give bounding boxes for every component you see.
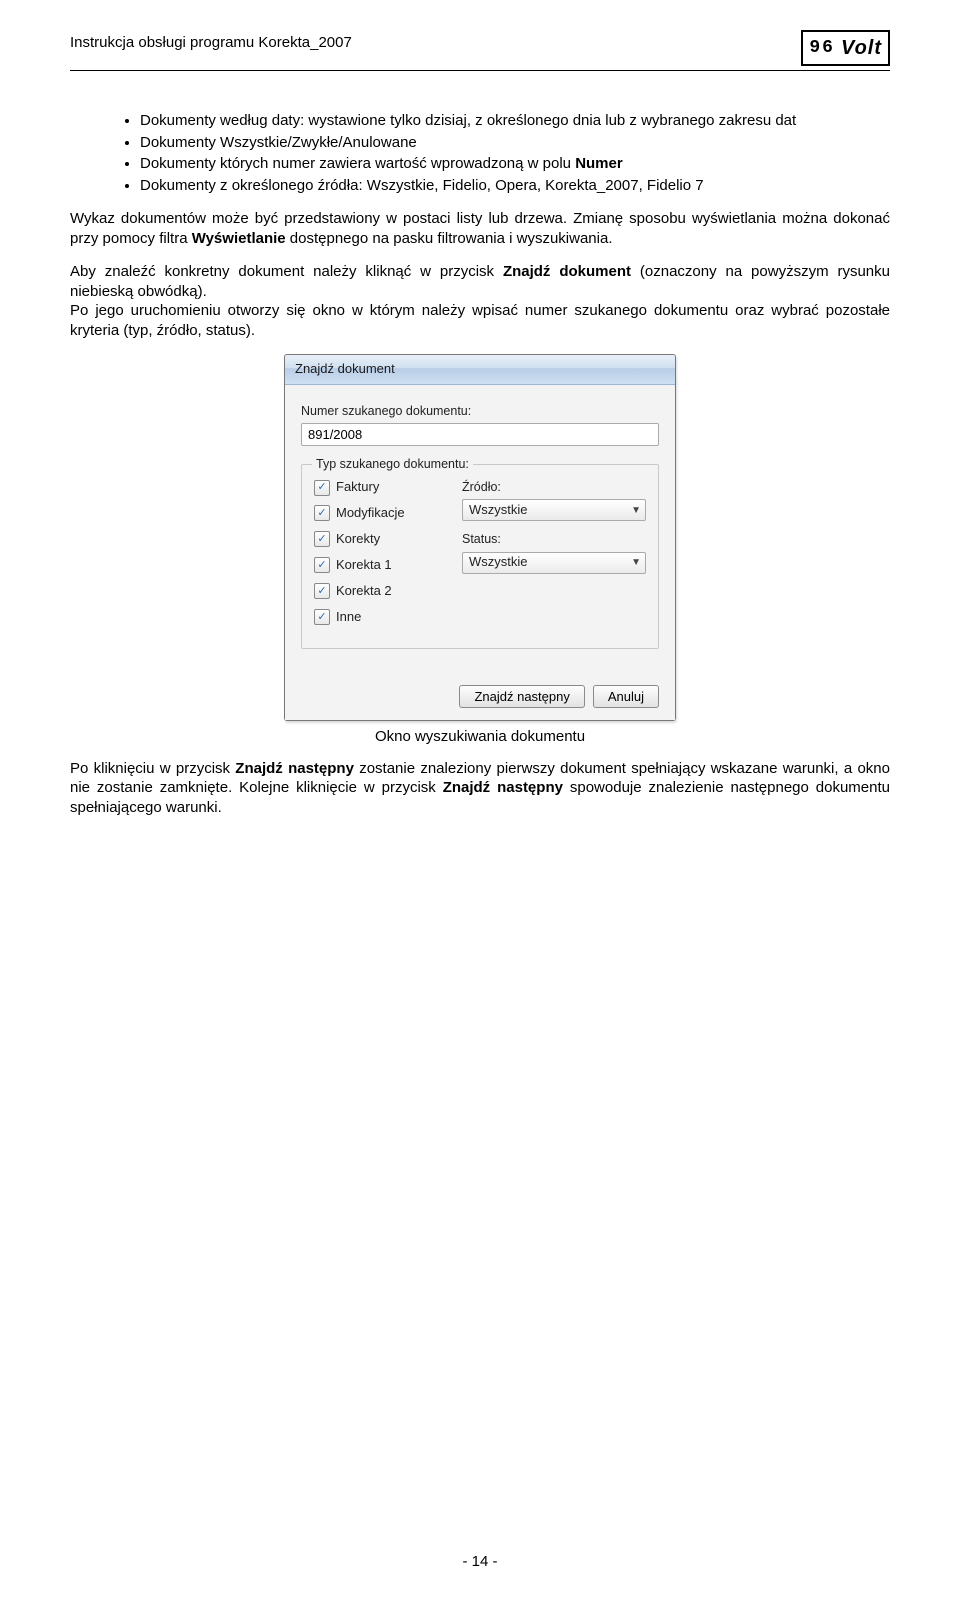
paragraph-bold: Znajdź następny [235,760,354,777]
logo-volt: Volt [841,37,882,60]
paragraph: Po jego uruchomieniu otworzy się okno w … [70,301,890,340]
checkbox-icon: ✓ [314,505,330,521]
checkbox-label: Korekta 2 [336,583,392,600]
list-item: Dokumenty Wszystkie/Zwykłe/Anulowane [140,133,890,153]
checkbox-icon: ✓ [314,557,330,573]
paragraph: Aby znaleźć konkretny dokument należy kl… [70,262,890,301]
paragraph-bold: Znajdź następny [443,779,563,796]
paragraph: Po kliknięciu w przycisk Znajdź następny… [70,759,890,818]
status-label: Status: [462,531,646,547]
cancel-button[interactable]: Anuluj [593,685,659,708]
logo-96: 96 [809,38,835,58]
document-number-input[interactable] [301,423,659,446]
paragraph-text: Aby znaleźć konkretny dokument należy kl… [70,263,503,280]
list-item: Dokumenty według daty: wystawione tylko … [140,111,890,131]
checkbox-row-inne[interactable]: ✓ Inne [314,609,444,626]
checkbox-row-modyfikacje[interactable]: ✓ Modyfikacje [314,505,444,522]
checkbox-icon: ✓ [314,609,330,625]
checkbox-icon: ✓ [314,531,330,547]
paragraph-bold: Wyświetlanie [192,230,286,247]
fieldset-legend: Typ szukanego dokumentu: [312,456,473,472]
select-value: Wszystkie [469,554,528,571]
paragraph-bold: Znajdź dokument [503,263,631,280]
checkbox-row-faktury[interactable]: ✓ Faktury [314,479,444,496]
checkbox-label: Inne [336,609,361,626]
list-item: Dokumenty z określonego źródła: Wszystki… [140,176,890,196]
chevron-down-icon: ▼ [631,504,641,517]
header-divider [70,70,890,71]
checkbox-label: Korekta 1 [336,557,392,574]
checkbox-label: Modyfikacje [336,505,405,522]
list-item-bold: Numer [575,155,623,172]
page-number: - 14 - [0,1553,960,1570]
checkbox-label: Faktury [336,479,379,496]
dialog-caption: Okno wyszukiwania dokumentu [375,727,585,747]
checkbox-label: Korekty [336,531,380,548]
dialog-title: Znajdź dokument [285,355,675,385]
list-item-text: Dokumenty których numer zawiera wartość … [140,155,575,172]
find-document-dialog: Znajdź dokument Numer szukanego dokument… [284,354,676,721]
bullet-list: Dokumenty według daty: wystawione tylko … [70,111,890,195]
find-next-button[interactable]: Znajdź następny [459,685,584,708]
source-select[interactable]: Wszystkie ▼ [462,499,646,521]
paragraph-text: Po kliknięciu w przycisk [70,760,235,777]
checkbox-icon: ✓ [314,480,330,496]
list-item: Dokumenty których numer zawiera wartość … [140,154,890,174]
checkbox-row-korekty[interactable]: ✓ Korekty [314,531,444,548]
doc-type-fieldset: Typ szukanego dokumentu: ✓ Faktury ✓ Mod… [301,464,659,649]
select-value: Wszystkie [469,502,528,519]
checkbox-icon: ✓ [314,583,330,599]
logo: 96 Volt [801,30,890,66]
checkbox-row-korekta1[interactable]: ✓ Korekta 1 [314,557,444,574]
source-label: Źródło: [462,479,646,495]
paragraph: Wykaz dokumentów może być przedstawiony … [70,209,890,248]
status-select[interactable]: Wszystkie ▼ [462,552,646,574]
page-header-title: Instrukcja obsługi programu Korekta_2007 [70,30,352,51]
chevron-down-icon: ▼ [631,556,641,569]
number-label: Numer szukanego dokumentu: [301,403,659,419]
paragraph-text: dostępnego na pasku filtrowania i wyszuk… [286,230,613,247]
checkbox-row-korekta2[interactable]: ✓ Korekta 2 [314,583,444,600]
